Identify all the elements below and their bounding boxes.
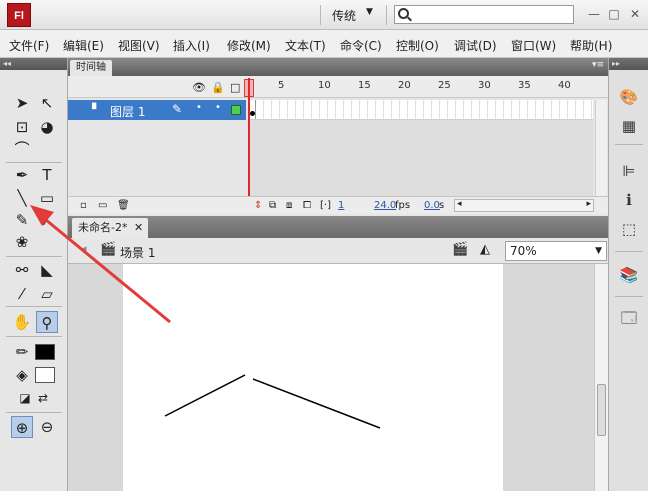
annotation-overlay [30, 205, 171, 324]
annotation-arrow [39, 213, 171, 324]
